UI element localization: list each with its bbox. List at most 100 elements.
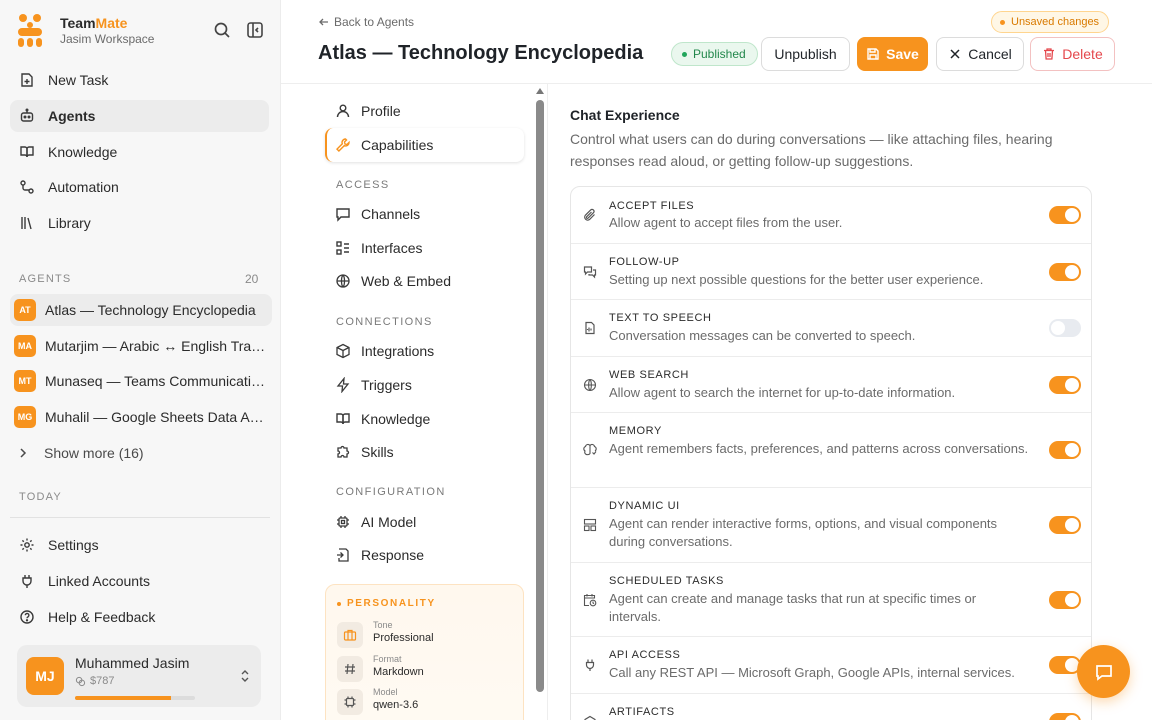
agent-label: Atlas — Technology Encyclopedia bbox=[45, 302, 256, 318]
capability-name: SCHEDULED TASKS bbox=[609, 575, 724, 587]
scrollbar-thumb[interactable] bbox=[536, 100, 544, 692]
agents-section-label: AGENTS bbox=[19, 273, 72, 285]
capability-name: FOLLOW-UP bbox=[609, 256, 680, 268]
settings-nav-skills[interactable]: Skills bbox=[325, 435, 524, 469]
scroll-up-arrow[interactable] bbox=[536, 88, 544, 94]
settings-nav-channels[interactable]: Channels bbox=[325, 197, 524, 231]
chevron-right-icon bbox=[20, 448, 27, 458]
arrow-left-icon bbox=[319, 18, 328, 26]
settings-section-configuration: CONFIGURATION bbox=[336, 486, 446, 498]
wrench-icon bbox=[336, 138, 350, 152]
capability-name: TEXT TO SPEECH bbox=[609, 312, 712, 324]
toggle-knob bbox=[1065, 518, 1079, 532]
briefcase-icon bbox=[337, 622, 363, 648]
chat-icon bbox=[336, 208, 350, 222]
capability-description: Conversation messages can be converted t… bbox=[609, 328, 916, 343]
settings-nav-integrations[interactable]: Integrations bbox=[325, 334, 524, 368]
settings-nav-response[interactable]: Response bbox=[325, 538, 524, 572]
agent-item[interactable]: MA Mutarjim — Arabic ↔ English Translato… bbox=[10, 330, 272, 362]
nav-label: Linked Accounts bbox=[48, 573, 150, 589]
nav-automation[interactable]: Automation bbox=[10, 171, 269, 203]
artifacts-toggle[interactable] bbox=[1049, 713, 1081, 720]
show-more-label: Show more (16) bbox=[44, 445, 144, 461]
text-to-speech-toggle[interactable] bbox=[1049, 319, 1081, 337]
close-icon bbox=[950, 49, 960, 59]
nav-settings[interactable]: Settings bbox=[10, 529, 269, 561]
delete-button[interactable]: Delete bbox=[1030, 37, 1115, 71]
scheduled-tasks-toggle[interactable] bbox=[1049, 591, 1081, 609]
agent-avatar: MA bbox=[14, 335, 36, 357]
settings-section-connections: CONNECTIONS bbox=[336, 316, 433, 328]
cancel-label: Cancel bbox=[968, 46, 1012, 62]
web-search-toggle[interactable] bbox=[1049, 376, 1081, 394]
follow-up-toggle[interactable] bbox=[1049, 263, 1081, 281]
settings-nav-ai-model[interactable]: AI Model bbox=[325, 505, 524, 539]
page-title: Atlas — Technology Encyclopedia bbox=[318, 42, 644, 64]
usage-bar-fill bbox=[75, 696, 171, 700]
capability-row: DYNAMIC UI Agent can render interactive … bbox=[571, 488, 1091, 563]
settings-nav-web-embed[interactable]: Web & Embed bbox=[325, 264, 524, 298]
agent-item[interactable]: AT Atlas — Technology Encyclopedia bbox=[10, 294, 272, 326]
capability-row: ACCEPT FILES Allow agent to accept files… bbox=[571, 187, 1091, 244]
settings-nav-triggers[interactable]: Triggers bbox=[325, 368, 524, 402]
capability-name: API ACCESS bbox=[609, 649, 681, 661]
chip-icon bbox=[337, 516, 349, 528]
layout-icon bbox=[583, 518, 597, 532]
agent-item[interactable]: MT Munaseq — Teams Communications bbox=[10, 365, 272, 397]
personality-label: Format bbox=[373, 654, 402, 664]
capability-row: ARTIFACTS bbox=[571, 694, 1091, 720]
usage-bar bbox=[75, 696, 195, 700]
book-icon bbox=[20, 146, 34, 158]
personality-value: Professional bbox=[373, 632, 434, 644]
nav-label: Agents bbox=[48, 108, 96, 124]
nav-new-task[interactable]: New Task bbox=[10, 64, 269, 96]
settings-nav-interfaces[interactable]: Interfaces bbox=[325, 231, 524, 265]
show-more-agents[interactable]: Show more (16) bbox=[10, 442, 144, 464]
toggle-knob bbox=[1065, 378, 1079, 392]
paperclip-icon bbox=[584, 208, 595, 221]
unpublish-button[interactable]: Unpublish bbox=[761, 37, 850, 71]
capability-name: DYNAMIC UI bbox=[609, 500, 680, 512]
nav-help[interactable]: Help & Feedback bbox=[10, 601, 269, 633]
unsaved-label: Unsaved changes bbox=[1011, 16, 1100, 28]
capability-name: MEMORY bbox=[609, 425, 662, 437]
settings-nav-scrollbar[interactable] bbox=[536, 86, 544, 720]
memory-toggle[interactable] bbox=[1049, 441, 1081, 459]
cancel-button[interactable]: Cancel bbox=[936, 37, 1024, 71]
globe-icon bbox=[583, 378, 597, 392]
user-card[interactable]: MJ Muhammed Jasim $787 bbox=[17, 645, 261, 707]
chat-fab-button[interactable] bbox=[1077, 645, 1130, 698]
nav-label: Library bbox=[48, 215, 91, 231]
settings-nav-profile[interactable]: Profile bbox=[325, 94, 524, 128]
unpublish-label: Unpublish bbox=[774, 46, 837, 62]
settings-nav-capabilities[interactable]: Capabilities bbox=[325, 128, 524, 162]
content-divider bbox=[547, 84, 548, 720]
toggle-sidebar-icon[interactable] bbox=[245, 20, 265, 40]
agent-item[interactable]: MG Muhalil — Google Sheets Data Analyst bbox=[10, 401, 272, 433]
status-dot bbox=[682, 51, 687, 57]
save-button[interactable]: Save bbox=[857, 37, 928, 71]
calendar-clock-icon bbox=[583, 594, 597, 607]
workspace-name: Jasim Workspace bbox=[60, 32, 155, 46]
nav-library[interactable]: Library bbox=[10, 207, 269, 239]
sidebar-divider bbox=[10, 517, 270, 518]
nav-linked-accounts[interactable]: Linked Accounts bbox=[10, 565, 269, 597]
toggle-knob bbox=[1065, 208, 1079, 222]
artifact-icon bbox=[584, 715, 596, 720]
dynamic-ui-toggle[interactable] bbox=[1049, 516, 1081, 534]
back-to-agents-link[interactable]: Back to Agents bbox=[318, 15, 414, 29]
settings-nav-knowledge[interactable]: Knowledge bbox=[325, 402, 524, 436]
search-icon[interactable] bbox=[212, 20, 232, 40]
chevron-up-down-icon[interactable] bbox=[239, 669, 251, 683]
bolt-icon bbox=[336, 377, 350, 393]
library-icon bbox=[21, 217, 32, 230]
settings-nav-label: Channels bbox=[361, 206, 421, 222]
capability-description: Call any REST API — Microsoft Graph, Goo… bbox=[609, 665, 1015, 680]
nav-knowledge[interactable]: Knowledge bbox=[10, 136, 269, 168]
settings-nav-label: Integrations bbox=[361, 343, 435, 359]
accept-files-toggle[interactable] bbox=[1049, 206, 1081, 224]
user-icon bbox=[336, 104, 350, 118]
delete-label: Delete bbox=[1062, 46, 1103, 62]
file-audio-icon bbox=[585, 321, 595, 335]
nav-agents[interactable]: Agents bbox=[10, 100, 269, 132]
